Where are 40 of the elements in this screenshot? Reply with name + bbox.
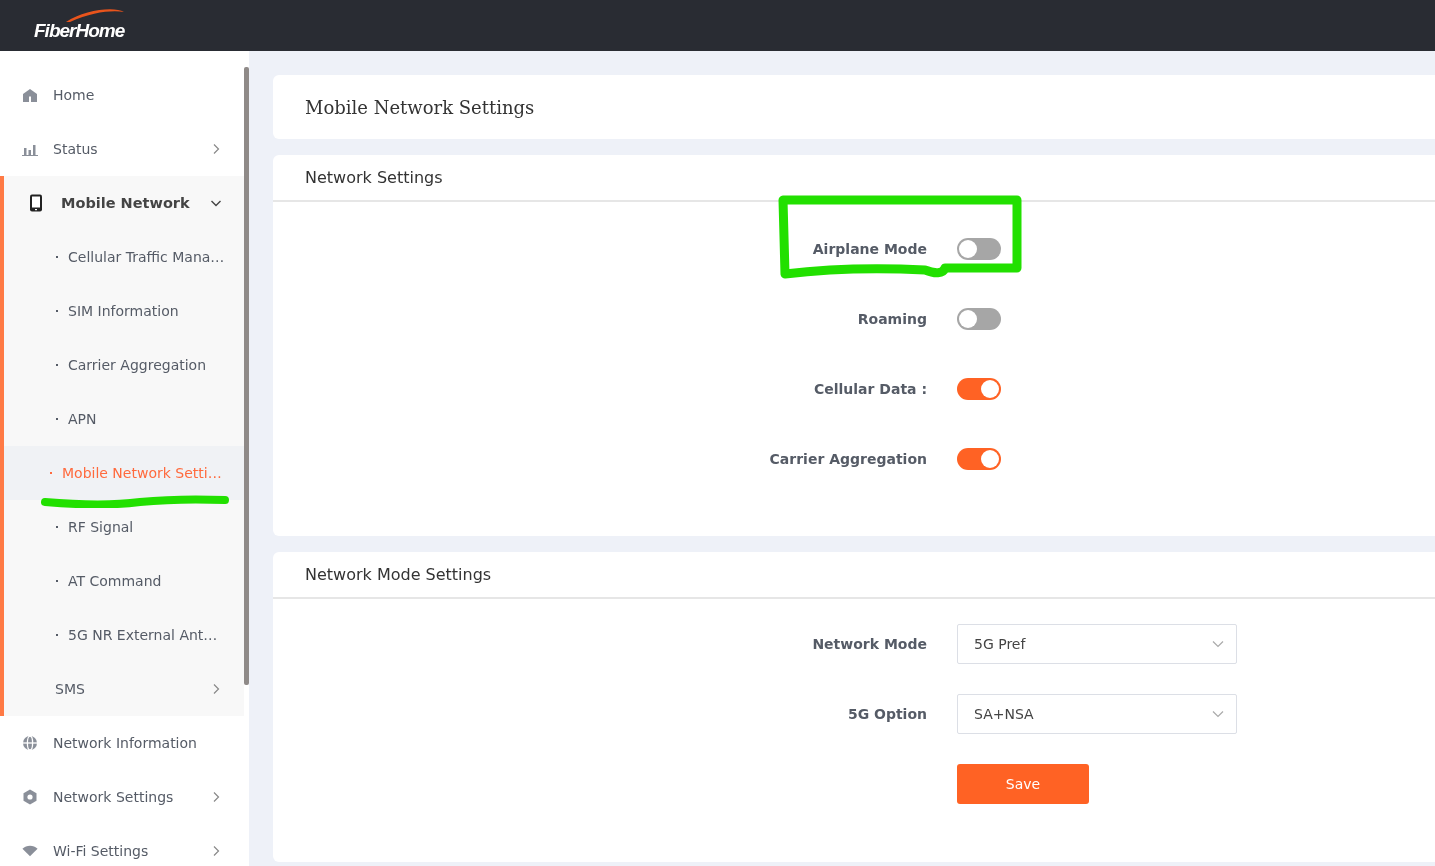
toggle-switch[interactable] bbox=[957, 308, 1001, 330]
logo-text: FiberHome bbox=[34, 19, 125, 43]
setting-label: Carrier Aggregation bbox=[768, 451, 927, 467]
chevron-down-icon bbox=[1212, 710, 1224, 718]
menu-item[interactable]: Home bbox=[0, 68, 244, 122]
submenu-item[interactable]: APN bbox=[4, 392, 244, 446]
setting-label: Cellular Data : bbox=[812, 381, 927, 397]
dropdown-field[interactable]: SA+NSA bbox=[957, 694, 1237, 734]
page-title: Mobile Network Settings bbox=[305, 96, 535, 118]
wifi-icon bbox=[22, 844, 38, 858]
home-icon bbox=[22, 88, 38, 102]
chevron-down-icon bbox=[1212, 640, 1224, 648]
section-title: Network Mode Settings bbox=[305, 565, 492, 584]
menu-item[interactable]: Network Information bbox=[0, 716, 244, 770]
menu-item[interactable]: Network Settings bbox=[0, 770, 244, 824]
submenu-item[interactable]: 5G NR External Ant… bbox=[4, 608, 244, 662]
submenu-item[interactable]: SMS bbox=[4, 662, 244, 716]
setting-label: Roaming bbox=[856, 311, 927, 327]
field-label: 5G Option bbox=[846, 706, 927, 722]
toggle-switch[interactable] bbox=[957, 238, 1001, 260]
bar-chart-icon bbox=[22, 142, 38, 156]
toggle-switch[interactable] bbox=[957, 378, 1001, 400]
submenu-item[interactable]: RF Signal bbox=[4, 500, 244, 554]
submenu-item[interactable]: Cellular Traffic Mana… bbox=[4, 230, 244, 284]
menu-item[interactable]: Wi-Fi Settings bbox=[0, 824, 244, 866]
submenu-item[interactable]: SIM Information bbox=[4, 284, 244, 338]
swoosh-icon bbox=[64, 7, 126, 24]
section-title: Network Settings bbox=[305, 168, 443, 187]
settings-icon bbox=[22, 789, 38, 805]
setting-label: Airplane Mode bbox=[811, 241, 927, 257]
menu-item[interactable]: Mobile Network bbox=[4, 176, 244, 230]
globe-icon bbox=[22, 735, 38, 751]
dropdown-field[interactable]: 5G Pref bbox=[957, 624, 1237, 664]
menu-item[interactable]: Status bbox=[0, 122, 244, 176]
scrollbar-thumb[interactable] bbox=[244, 67, 249, 685]
submenu-item[interactable]: Carrier Aggregation bbox=[4, 338, 244, 392]
field-label: Network Mode bbox=[811, 636, 927, 652]
submenu-item[interactable]: AT Command bbox=[4, 554, 244, 608]
phone-icon bbox=[28, 194, 44, 212]
toggle-switch[interactable] bbox=[957, 448, 1001, 470]
